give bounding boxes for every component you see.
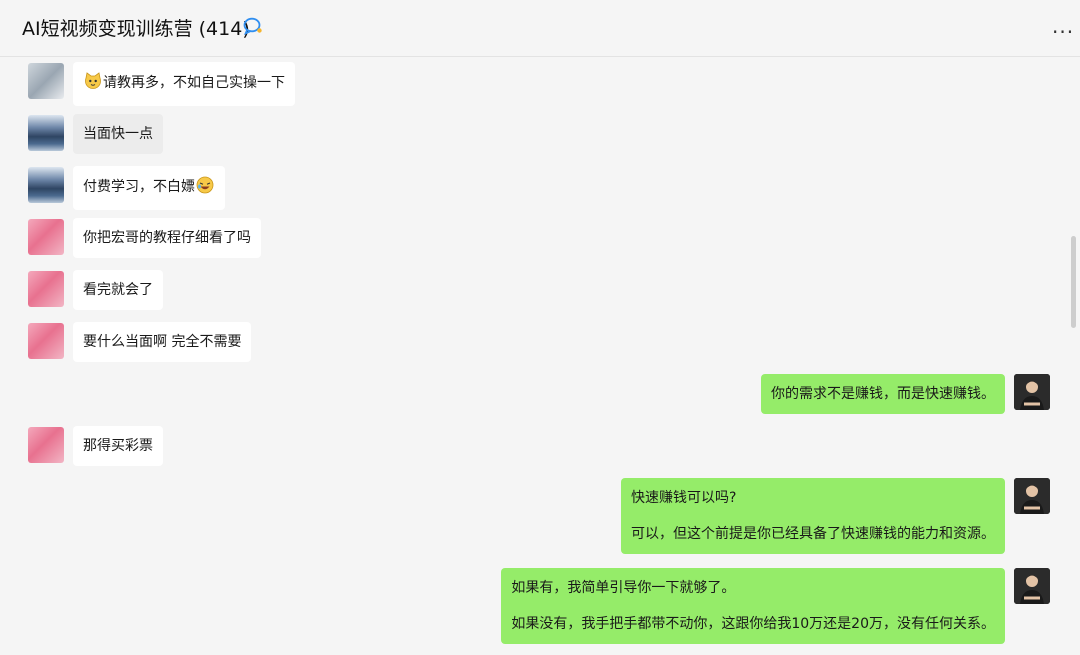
avatar[interactable] xyxy=(28,115,64,151)
group-chat-icon[interactable] xyxy=(243,17,263,39)
more-options-button[interactable]: ... xyxy=(1052,14,1074,38)
message-bubble: 那得买彩票 xyxy=(73,426,163,466)
avatar[interactable] xyxy=(28,167,64,203)
message-bubble-self: 快速赚钱可以吗? 可以，但这个前提是你已经具备了快速赚钱的能力和资源。 xyxy=(621,478,1005,554)
message-text: 那得买彩票 xyxy=(83,438,153,454)
message-text: 你的需求不是赚钱，而是快速赚钱。 xyxy=(771,386,995,402)
message-text: 快速赚钱可以吗? xyxy=(631,490,737,506)
message-text: 你把宏哥的教程仔细看了吗 xyxy=(83,230,251,246)
self-avatar[interactable] xyxy=(1014,568,1050,604)
message-text: 看完就会了 xyxy=(83,282,153,298)
message-text: 付费学习，不白嫖 xyxy=(83,179,195,195)
message-text: 可以，但这个前提是你已经具备了快速赚钱的能力和资源。 xyxy=(631,526,995,542)
avatar[interactable] xyxy=(28,323,64,359)
chat-title[interactable]: AI短视频变现训练营 (414) xyxy=(22,14,250,41)
message-text: 请教再多，不如自己实操一下 xyxy=(103,75,285,91)
avatar[interactable] xyxy=(28,427,64,463)
self-avatar[interactable] xyxy=(1014,478,1050,514)
message-bubble-self: 如果有，我简单引导你一下就够了。 如果没有，我手把手都带不动你，这跟你给我10万… xyxy=(501,568,1005,644)
message-bubble: 付费学习，不白嫖 xyxy=(73,166,225,210)
laughing-face-icon xyxy=(196,176,214,200)
message-text: 当面快一点 xyxy=(83,126,153,142)
message-text: 如果没有，我手把手都带不动你，这跟你给我10万还是20万，没有任何关系。 xyxy=(511,616,995,632)
message-bubble: 看完就会了 xyxy=(73,270,163,310)
scrollbar[interactable] xyxy=(1071,236,1076,328)
avatar[interactable] xyxy=(28,63,64,99)
message-bubble: 你把宏哥的教程仔细看了吗 xyxy=(73,218,261,258)
message-bubble: 当面快一点 xyxy=(73,114,163,154)
chat-header: AI短视频变现训练营 (414) ... xyxy=(0,0,1080,57)
message-bubble: 要什么当面啊 完全不需要 xyxy=(73,322,252,362)
message-bubble: 请教再多，不如自己实操一下 xyxy=(73,62,295,106)
message-text: 要什么当面啊 完全不需要 xyxy=(83,334,242,350)
cat-face-icon xyxy=(84,72,102,96)
self-avatar[interactable] xyxy=(1014,374,1050,410)
message-text: 如果有，我简单引导你一下就够了。 xyxy=(511,580,736,596)
avatar[interactable] xyxy=(28,219,64,255)
avatar[interactable] xyxy=(28,271,64,307)
message-bubble-self: 你的需求不是赚钱，而是快速赚钱。 xyxy=(761,374,1005,414)
